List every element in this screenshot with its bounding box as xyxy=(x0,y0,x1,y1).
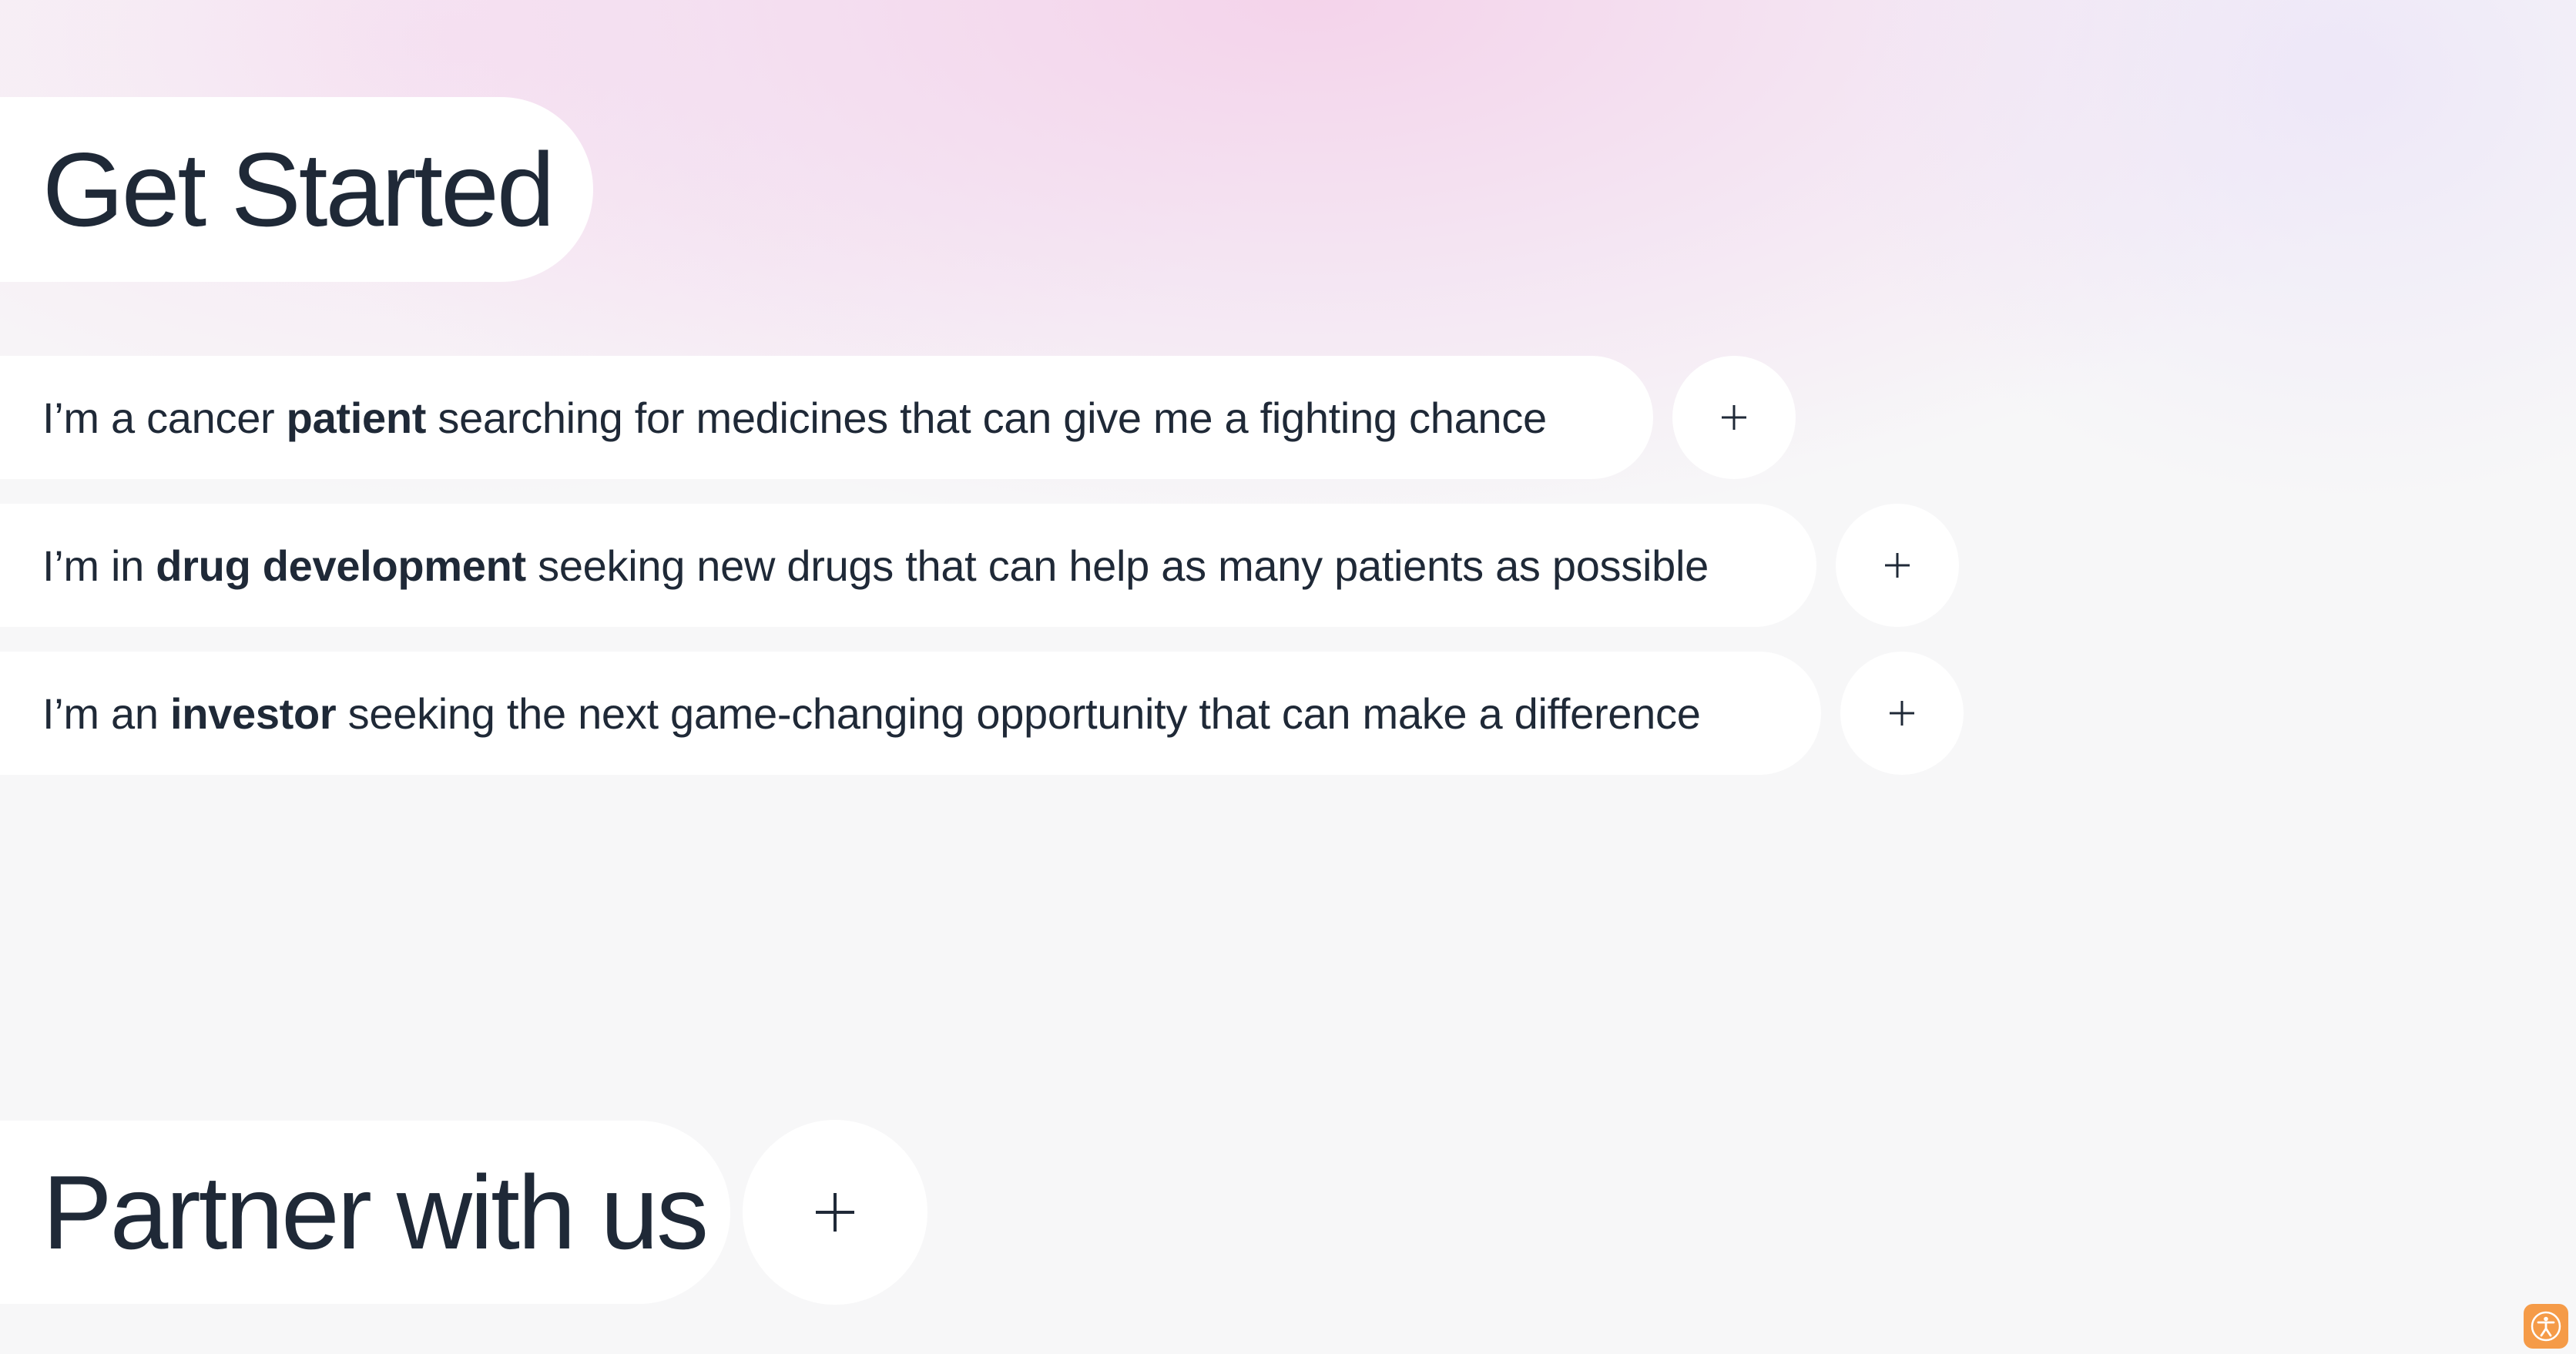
option-investor-keyword: investor xyxy=(169,689,337,738)
option-investor-prefix: I’m an xyxy=(42,689,170,738)
expand-patient-button[interactable] xyxy=(1672,356,1796,479)
option-patient-keyword: patient xyxy=(286,393,427,442)
option-drug-development[interactable]: I’m in drug development seeking new drug… xyxy=(0,504,1816,627)
plus-icon xyxy=(816,1193,854,1232)
get-started-heading-pill: Get Started xyxy=(0,97,593,282)
option-patient-prefix: I’m a cancer xyxy=(42,393,287,442)
partner-heading-pill[interactable]: Partner with us xyxy=(0,1121,730,1304)
plus-icon xyxy=(1890,701,1914,726)
option-patient-text: I’m a cancer patient searching for medic… xyxy=(42,393,1547,443)
option-patient-suffix: searching for medicines that can give me… xyxy=(426,393,1547,442)
option-investor-suffix: seeking the next game-changing opportuni… xyxy=(336,689,1701,738)
option-investor-text: I’m an investor seeking the next game-ch… xyxy=(42,689,1701,739)
option-drug-development-suffix: seeking new drugs that can help as many … xyxy=(525,541,1709,590)
plus-icon xyxy=(1885,553,1910,578)
accessibility-icon xyxy=(2531,1311,2561,1342)
expand-drug-development-button[interactable] xyxy=(1836,504,1959,627)
get-started-title: Get Started xyxy=(42,131,555,248)
page: Get Started I’m a cancer patient searchi… xyxy=(0,0,2576,1354)
expand-investor-button[interactable] xyxy=(1840,652,1964,775)
option-drug-development-keyword: drug development xyxy=(156,541,526,590)
plus-icon xyxy=(1722,405,1746,430)
option-drug-development-text: I’m in drug development seeking new drug… xyxy=(42,541,1709,591)
accessibility-widget-button[interactable] xyxy=(2524,1304,2568,1349)
option-patient[interactable]: I’m a cancer patient searching for medic… xyxy=(0,356,1653,479)
option-investor[interactable]: I’m an investor seeking the next game-ch… xyxy=(0,652,1821,775)
partner-title: Partner with us xyxy=(42,1154,709,1271)
option-drug-development-prefix: I’m in xyxy=(42,541,156,590)
expand-partner-button[interactable] xyxy=(743,1120,927,1305)
background-gradient-lavender xyxy=(1772,0,2576,539)
